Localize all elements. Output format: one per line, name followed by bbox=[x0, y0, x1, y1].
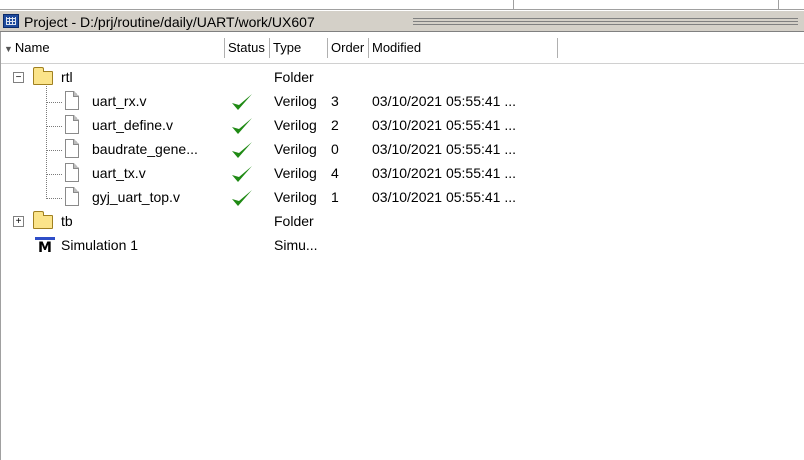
file-icon bbox=[65, 115, 79, 134]
top-toolbar-strip bbox=[0, 0, 804, 10]
tree-row-file[interactable]: gyj_uart_top.v Verilog 1 03/10/2021 05:5… bbox=[0, 185, 804, 209]
row-modified: 03/10/2021 05:55:41 ... bbox=[372, 117, 517, 133]
row-name: baudrate_gene... bbox=[92, 141, 198, 157]
collapse-toggle-icon[interactable]: − bbox=[13, 72, 24, 83]
tree-row-rtl[interactable]: − rtl Folder bbox=[0, 65, 804, 89]
green-check-icon bbox=[232, 166, 252, 182]
sort-arrow-icon[interactable]: ▼ bbox=[4, 39, 13, 58]
toolbar-divider bbox=[778, 0, 779, 9]
column-header-name[interactable]: ▼ Name bbox=[2, 38, 225, 58]
file-icon bbox=[65, 91, 79, 110]
column-label: Modified bbox=[372, 40, 422, 55]
row-type: Verilog bbox=[274, 93, 317, 109]
tree-row-simulation[interactable]: M Simulation 1 Simu... bbox=[0, 233, 804, 257]
folder-icon bbox=[33, 211, 53, 229]
row-type: Folder bbox=[274, 69, 314, 85]
row-name: Simulation 1 bbox=[61, 237, 139, 253]
row-type: Verilog bbox=[274, 189, 317, 205]
row-modified: 03/10/2021 05:55:41 ... bbox=[372, 93, 517, 109]
green-check-icon bbox=[232, 142, 252, 158]
toolbar-divider bbox=[513, 0, 514, 9]
column-label: Type bbox=[273, 40, 302, 55]
row-name: uart_rx.v bbox=[92, 93, 147, 109]
modelsim-icon: M bbox=[34, 237, 56, 255]
row-name: gyj_uart_top.v bbox=[92, 189, 180, 205]
row-type: Verilog bbox=[274, 141, 317, 157]
tree-row-file[interactable]: uart_rx.v Verilog 3 03/10/2021 05:55:41 … bbox=[0, 89, 804, 113]
row-order: 3 bbox=[331, 93, 339, 109]
tree-row-tb[interactable]: + tb Folder bbox=[0, 209, 804, 233]
file-icon bbox=[65, 139, 79, 158]
project-tree[interactable]: − rtl Folder uart_rx.v Verilog 3 03/10/2… bbox=[0, 64, 804, 460]
file-icon bbox=[65, 163, 79, 182]
row-name: uart_define.v bbox=[92, 117, 173, 133]
titlebar-drag-grip[interactable] bbox=[413, 18, 798, 25]
row-type: Verilog bbox=[274, 165, 317, 181]
column-label: Name bbox=[14, 40, 50, 55]
expand-toggle-icon[interactable]: + bbox=[13, 216, 24, 227]
green-check-icon bbox=[232, 190, 252, 206]
green-check-icon bbox=[232, 94, 252, 110]
row-name: uart_tx.v bbox=[92, 165, 146, 181]
column-header-bar: ▼ Name Status Type Order Modified bbox=[0, 32, 804, 64]
column-header-order[interactable]: Order bbox=[329, 38, 369, 58]
column-label: Status bbox=[228, 40, 265, 55]
row-order: 2 bbox=[331, 117, 339, 133]
row-order: 4 bbox=[331, 165, 339, 181]
tree-row-file[interactable]: uart_tx.v Verilog 4 03/10/2021 05:55:41 … bbox=[0, 161, 804, 185]
row-order: 0 bbox=[331, 141, 339, 157]
row-type: Folder bbox=[274, 213, 314, 229]
tree-row-file[interactable]: baudrate_gene... Verilog 0 03/10/2021 05… bbox=[0, 137, 804, 161]
file-icon bbox=[65, 187, 79, 206]
window-title: Project - D:/prj/routine/daily/UART/work… bbox=[24, 14, 315, 30]
row-order: 1 bbox=[331, 189, 339, 205]
column-label: Order bbox=[331, 40, 365, 55]
row-modified: 03/10/2021 05:55:41 ... bbox=[372, 189, 517, 205]
green-check-icon bbox=[232, 118, 252, 134]
project-window-icon bbox=[3, 14, 19, 28]
row-name: rtl bbox=[61, 69, 73, 85]
tree-row-file[interactable]: uart_define.v Verilog 2 03/10/2021 05:55… bbox=[0, 113, 804, 137]
row-modified: 03/10/2021 05:55:41 ... bbox=[372, 141, 517, 157]
project-window-titlebar[interactable]: Project - D:/prj/routine/daily/UART/work… bbox=[0, 10, 804, 32]
column-header-status[interactable]: Status bbox=[226, 38, 270, 58]
column-header-type[interactable]: Type bbox=[271, 38, 328, 58]
column-header-modified[interactable]: Modified bbox=[370, 38, 558, 58]
row-type: Verilog bbox=[274, 117, 317, 133]
row-name: tb bbox=[61, 213, 73, 229]
folder-icon bbox=[33, 67, 53, 85]
row-modified: 03/10/2021 05:55:41 ... bbox=[372, 165, 517, 181]
row-type: Simu... bbox=[274, 237, 318, 253]
